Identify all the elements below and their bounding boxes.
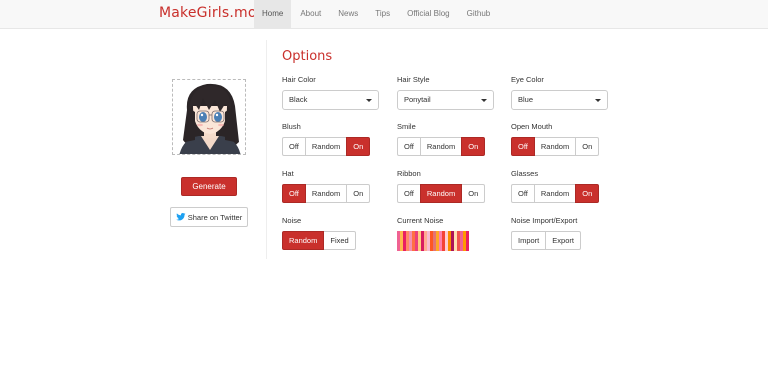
glasses-random-button[interactable]: Random: [533, 184, 577, 203]
nav-item-github[interactable]: Github: [459, 0, 499, 28]
ribbon-off-button[interactable]: Off: [397, 184, 421, 203]
eye-color-select[interactable]: Blue: [511, 90, 608, 110]
hair-color-select[interactable]: Black: [282, 90, 379, 110]
nav-item-official-blog[interactable]: Official Blog: [399, 0, 458, 28]
options-title: Options: [282, 49, 333, 64]
noise-field: Noise Random Fixed: [282, 216, 382, 256]
nav-menu: Home About News Tips Official Blog Githu…: [254, 0, 498, 28]
hair-style-value: Ponytail: [404, 95, 431, 104]
glasses-toggle-group: Off Random On: [511, 184, 600, 203]
eye-color-value: Blue: [518, 95, 534, 104]
noise-toggle-group: Random Fixed: [282, 231, 356, 250]
caret-down-icon: [366, 99, 372, 102]
hair-style-select[interactable]: Ponytail: [397, 90, 494, 110]
hat-field: Hat Off Random On: [282, 169, 382, 209]
open-mouth-label: Open Mouth: [511, 122, 553, 131]
blush-random-button[interactable]: Random: [304, 137, 348, 156]
current-noise-field: Current Noise: [397, 216, 497, 256]
ribbon-on-button[interactable]: On: [461, 184, 486, 203]
eye-color-field: Eye Color Blue: [511, 75, 611, 115]
blush-field: Blush Off Random On: [282, 122, 382, 162]
hair-color-label: Hair Color: [282, 75, 316, 84]
ribbon-toggle-group: Off Random On: [397, 184, 486, 203]
noise-label: Noise: [282, 216, 302, 225]
anime-girl-portrait: [173, 80, 245, 154]
hair-style-label: Hair Style: [397, 75, 430, 84]
current-noise-label: Current Noise: [397, 216, 444, 225]
open-mouth-toggle-group: Off Random On: [511, 137, 600, 156]
blush-on-button[interactable]: On: [346, 137, 371, 156]
noise-import-export-field: Noise Import/Export Import Export: [511, 216, 611, 256]
hair-style-field: Hair Style Ponytail: [397, 75, 497, 115]
ribbon-label: Ribbon: [397, 169, 421, 178]
current-noise-visualization: [397, 231, 469, 251]
caret-down-icon: [595, 99, 601, 102]
hair-color-value: Black: [289, 95, 308, 104]
blush-off-button[interactable]: Off: [282, 137, 306, 156]
glasses-field: Glasses Off Random On: [511, 169, 611, 209]
caret-down-icon: [481, 99, 487, 102]
open-mouth-off-button[interactable]: Off: [511, 137, 535, 156]
hair-color-field: Hair Color Black: [282, 75, 382, 115]
noise-export-button[interactable]: Export: [545, 231, 581, 250]
smile-field: Smile Off Random On: [397, 122, 497, 162]
column-divider: [266, 40, 267, 259]
ribbon-field: Ribbon Off Random On: [397, 169, 497, 209]
brand-logo[interactable]: MakeGirls.moe: [159, 5, 265, 21]
hat-random-button[interactable]: Random: [304, 184, 348, 203]
hat-label: Hat: [282, 169, 294, 178]
glasses-label: Glasses: [511, 169, 539, 178]
smile-off-button[interactable]: Off: [397, 137, 421, 156]
noise-import-export-label: Noise Import/Export: [511, 216, 578, 225]
glasses-off-button[interactable]: Off: [511, 184, 535, 203]
open-mouth-random-button[interactable]: Random: [533, 137, 577, 156]
smile-on-button[interactable]: On: [461, 137, 486, 156]
nav-item-home[interactable]: Home: [254, 0, 292, 28]
hat-off-button[interactable]: Off: [282, 184, 306, 203]
noise-random-button[interactable]: Random: [282, 231, 325, 250]
nav-item-tips[interactable]: Tips: [367, 0, 398, 28]
open-mouth-field: Open Mouth Off Random On: [511, 122, 611, 162]
blush-toggle-group: Off Random On: [282, 137, 371, 156]
noise-import-export-group: Import Export: [511, 231, 581, 250]
ribbon-random-button[interactable]: Random: [419, 184, 463, 203]
generate-button[interactable]: Generate: [181, 177, 237, 196]
noise-fixed-button[interactable]: Fixed: [323, 231, 356, 250]
navbar: MakeGirls.moe Home About News Tips Offic…: [0, 0, 768, 29]
noise-stripe: [466, 231, 469, 251]
noise-import-button[interactable]: Import: [511, 231, 547, 250]
smile-random-button[interactable]: Random: [419, 137, 463, 156]
eye-color-label: Eye Color: [511, 75, 544, 84]
hat-toggle-group: Off Random On: [282, 184, 371, 203]
twitter-icon: [176, 213, 186, 221]
share-twitter-button[interactable]: Share on Twitter: [170, 207, 248, 227]
generated-image: [172, 79, 246, 155]
nav-item-news[interactable]: News: [330, 0, 366, 28]
glasses-on-button[interactable]: On: [575, 184, 600, 203]
smile-toggle-group: Off Random On: [397, 137, 486, 156]
open-mouth-on-button[interactable]: On: [575, 137, 600, 156]
blush-label: Blush: [282, 122, 301, 131]
share-twitter-label: Share on Twitter: [187, 212, 243, 222]
nav-item-about[interactable]: About: [292, 0, 329, 28]
hat-on-button[interactable]: On: [346, 184, 371, 203]
smile-label: Smile: [397, 122, 416, 131]
